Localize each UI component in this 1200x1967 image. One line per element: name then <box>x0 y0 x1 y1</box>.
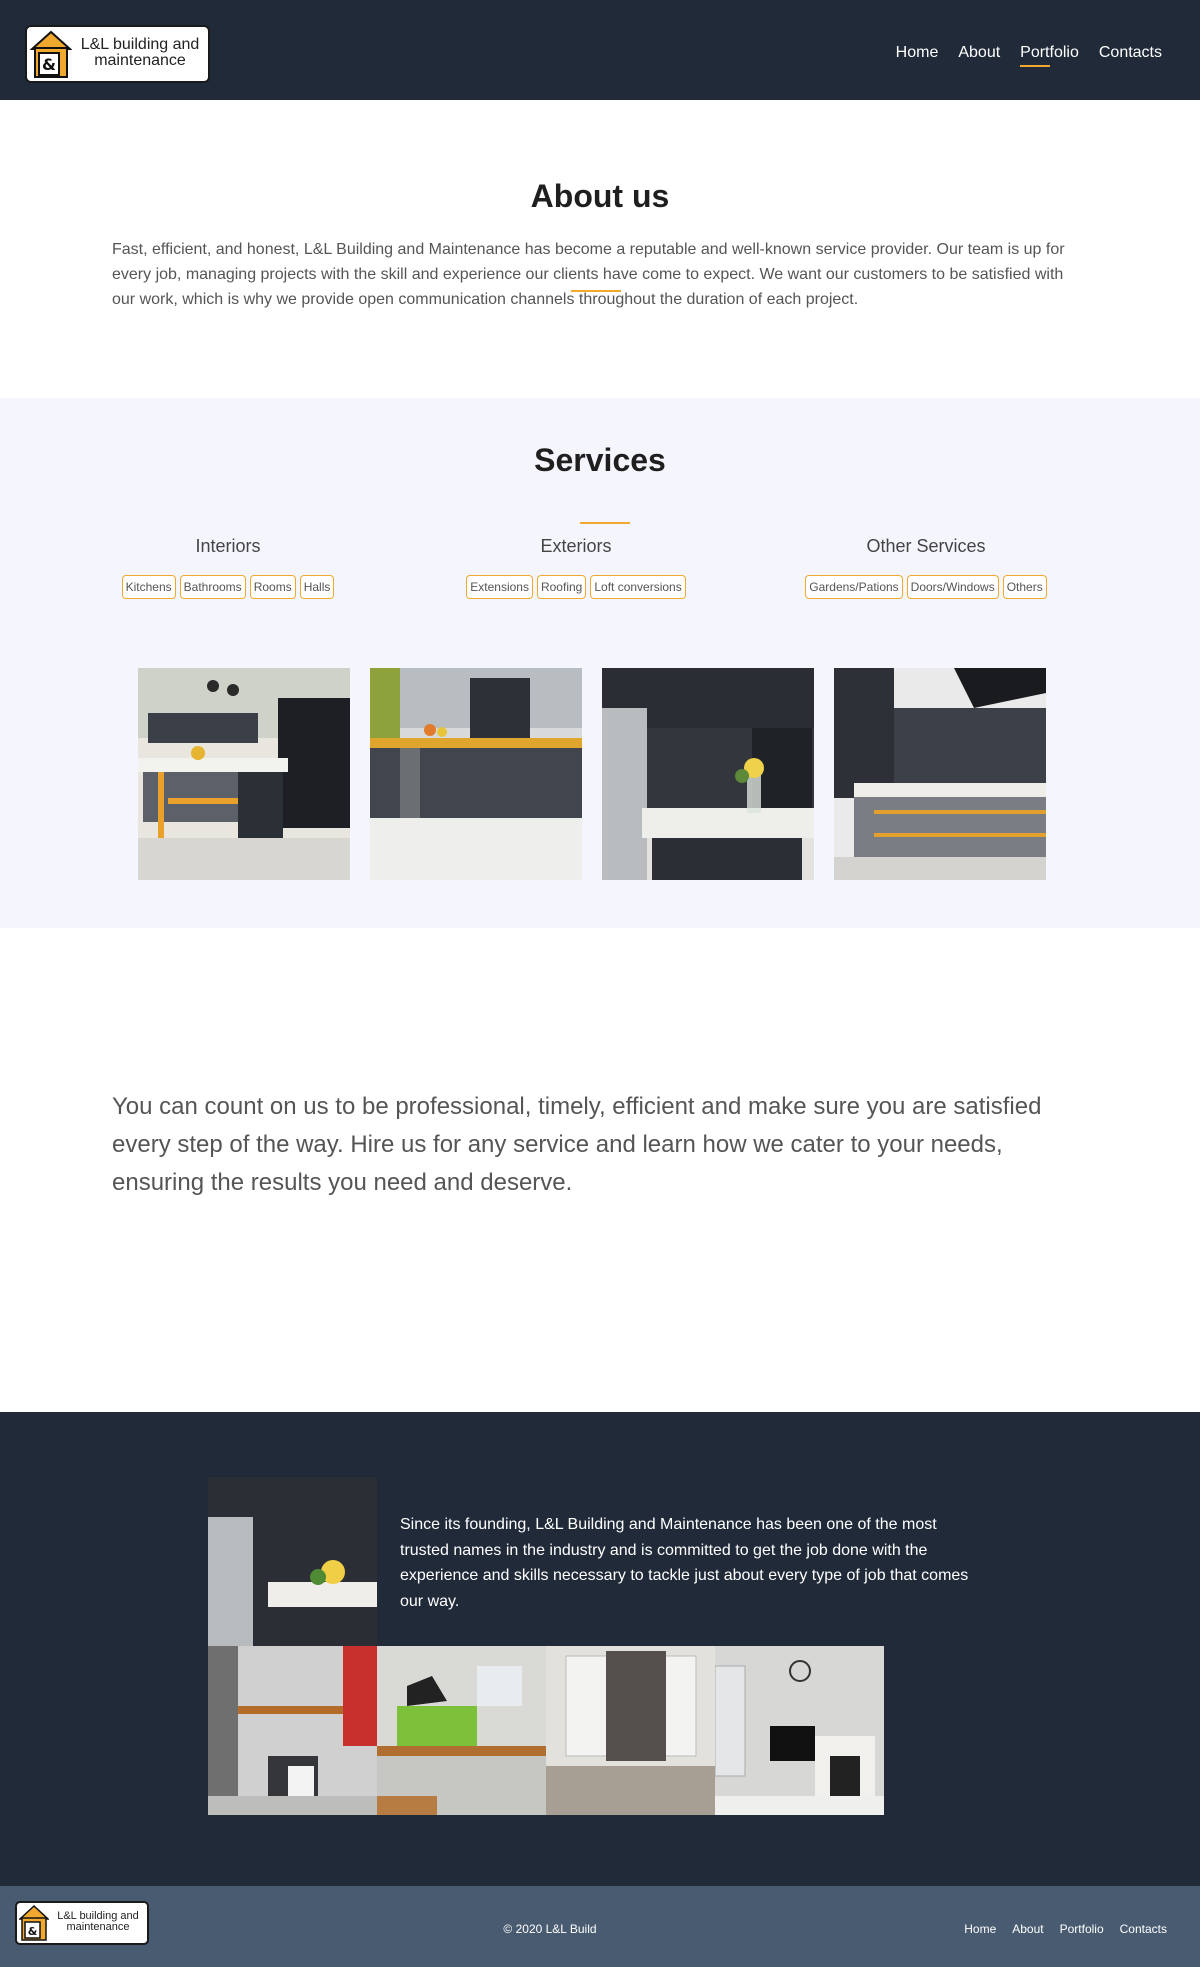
about-title: About us <box>530 178 670 214</box>
service-tag[interactable]: Extensions <box>466 575 533 599</box>
service-heading: Exteriors <box>540 536 612 556</box>
service-tag[interactable]: Bathrooms <box>179 575 246 599</box>
portfolio-photo[interactable] <box>208 1477 377 1646</box>
footer-nav-about[interactable]: About <box>1012 1922 1043 1936</box>
founding-text: Since its founding, L&L Building and Mai… <box>400 1516 969 1610</box>
kitchen-photo[interactable] <box>834 668 1046 880</box>
about-text: Fast, efficient, and honest, L&L Buildin… <box>112 241 1065 308</box>
service-tag[interactable]: Halls <box>299 575 335 599</box>
logo-text-line2: maintenance <box>94 52 186 69</box>
services-title: Services <box>534 442 666 478</box>
service-tag[interactable]: Rooms <box>249 575 296 599</box>
logo-text-line1: L&L building and <box>80 36 200 53</box>
nav-about[interactable]: About <box>958 44 1000 62</box>
kitchen-photo[interactable] <box>602 668 814 880</box>
site-footer: & L&L building and maintenance © 2020 L&… <box>0 1886 1200 1967</box>
footer-nav: Home About Portfolio Contacts <box>964 1922 1167 1936</box>
service-heading: Interiors <box>195 536 261 556</box>
promise-text: You can count on us to be professional, … <box>112 1093 1042 1196</box>
kitchen-photo[interactable] <box>138 668 350 880</box>
house-logo-icon: & <box>30 30 72 78</box>
nav-portfolio[interactable]: Portfolio <box>1020 44 1079 67</box>
services-section: Services Interiors Kitchens Bathrooms Ro… <box>0 398 1200 928</box>
portfolio-photo[interactable] <box>715 1646 884 1815</box>
copyright: © 2020 L&L Build <box>503 1922 597 1936</box>
portfolio-photo[interactable] <box>377 1646 546 1815</box>
portfolio-section: Since its founding, L&L Building and Mai… <box>0 1412 1200 1886</box>
services-gallery <box>138 668 1046 880</box>
site-header: & L&L building and maintenance Home Abou… <box>0 0 1200 100</box>
site-logo[interactable]: & L&L building and maintenance <box>25 25 210 83</box>
title-underline <box>580 522 630 524</box>
nav-home[interactable]: Home <box>896 44 939 62</box>
nav-contacts[interactable]: Contacts <box>1099 44 1162 62</box>
service-tag[interactable]: Loft conversions <box>590 575 686 599</box>
service-tag[interactable]: Others <box>1002 575 1047 599</box>
kitchen-photo[interactable] <box>370 668 582 880</box>
service-tag[interactable]: Doors/Windows <box>906 575 999 599</box>
service-heading: Other Services <box>866 536 986 556</box>
service-column-exteriors: Exteriors Extensions Roofing Loft conver… <box>446 536 706 599</box>
service-tag[interactable]: Roofing <box>536 575 587 599</box>
portfolio-photo[interactable] <box>208 1646 377 1815</box>
footer-nav-contacts[interactable]: Contacts <box>1120 1922 1167 1936</box>
service-tag[interactable]: Gardens/Pations <box>805 575 903 599</box>
service-column-interiors: Interiors Kitchens Bathrooms Rooms Halls <box>98 536 358 599</box>
service-tag[interactable]: Kitchens <box>121 575 176 599</box>
svg-text:&: & <box>42 55 56 74</box>
about-section: About us Fast, efficient, and honest, L&… <box>0 100 1200 398</box>
footer-nav-portfolio[interactable]: Portfolio <box>1060 1922 1104 1936</box>
main-nav: Home About Portfolio Contacts <box>896 44 1162 67</box>
portfolio-photo[interactable] <box>546 1646 715 1815</box>
service-column-other: Other Services Gardens/Pations Doors/Win… <box>766 536 1086 599</box>
footer-nav-home[interactable]: Home <box>964 1922 996 1936</box>
